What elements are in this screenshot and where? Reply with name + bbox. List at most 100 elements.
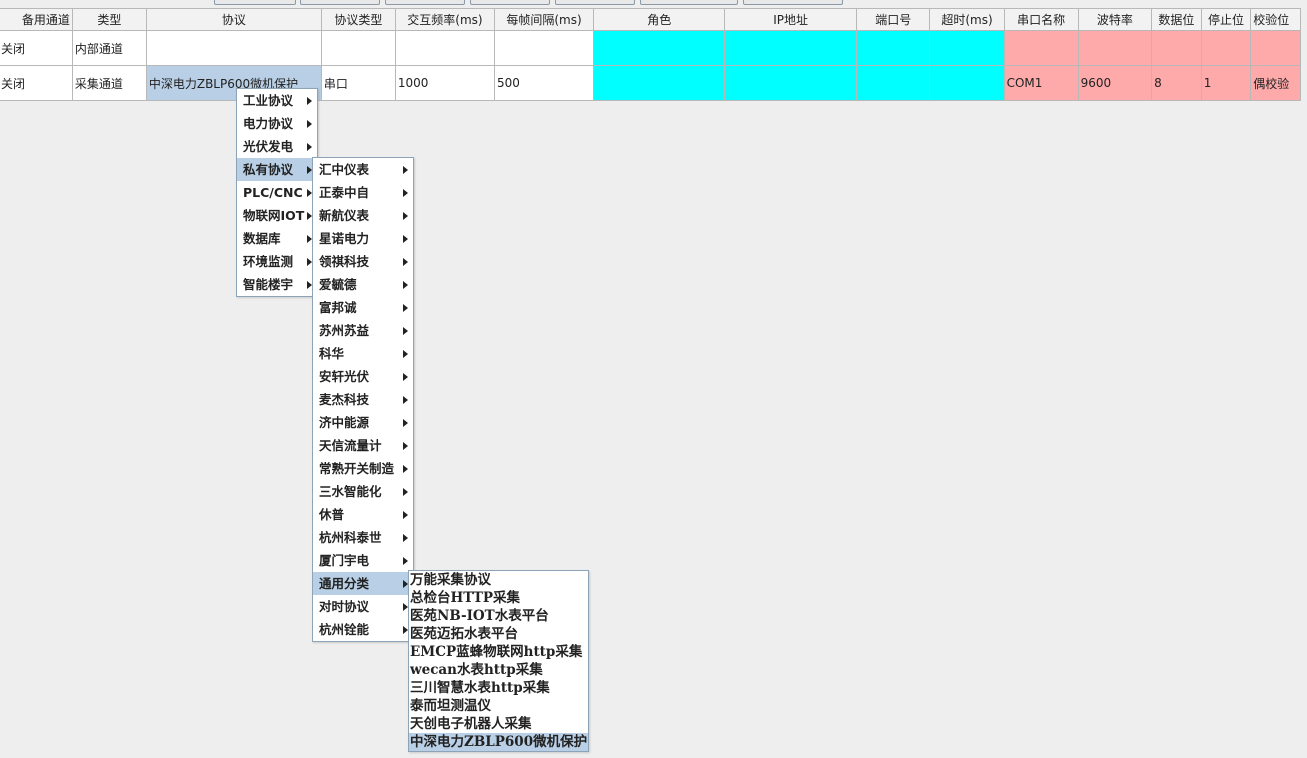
col-header-role[interactable]: 角色 [593,8,726,31]
menu-item-label: 科华 [319,346,345,361]
menu-item[interactable]: 苏州苏益 [313,319,413,342]
toolbar-button[interactable] [640,0,738,5]
menu-item[interactable]: 医苑NB-IOT水表平台 [409,607,588,625]
menu-item[interactable]: 光伏发电 [237,135,317,158]
table-cell[interactable] [724,65,857,101]
menu-item[interactable]: 星诺电力 [313,227,413,250]
menu-item[interactable]: 数据库 [237,227,317,250]
table-cell[interactable] [593,30,726,66]
table-row[interactable]: 关闭 采集通道 中深电力ZBLP600微机保护 串口 1000 500 COM1… [0,65,1301,101]
col-header-frame-interval[interactable]: 每帧间隔(ms) [493,8,595,31]
menu-item[interactable]: 电力协议 [237,112,317,135]
table-cell[interactable]: 1000 [394,65,495,101]
menu-item[interactable]: 医苑迈拓水表平台 [409,625,588,643]
table-cell[interactable]: 偶校验 [1250,65,1301,101]
table-cell[interactable] [493,30,595,66]
table-cell[interactable]: 关闭 [0,30,73,66]
menu-item[interactable]: 智能楼宇 [237,273,317,296]
menu-item[interactable]: 通用分类 [313,572,413,595]
menu-item[interactable]: 汇中仪表 [313,158,413,181]
menu-item[interactable]: 正泰中自 [313,181,413,204]
menu-item[interactable]: 济中能源 [313,411,413,434]
table-cell[interactable] [145,30,322,66]
table-cell[interactable] [929,30,1005,66]
menu-item[interactable]: 领祺科技 [313,250,413,273]
toolbar-button[interactable] [385,0,465,5]
table-cell[interactable]: 1 [1200,65,1252,101]
menu-item-label: 三水智能化 [319,484,382,499]
menu-item[interactable]: 三水智能化 [313,480,413,503]
table-cell[interactable] [1003,30,1079,66]
table-cell[interactable]: 500 [493,65,595,101]
col-header-type[interactable]: 类型 [71,8,147,31]
table-cell[interactable] [1151,30,1202,66]
menu-item[interactable]: wecan水表http采集 [409,661,588,679]
table-cell[interactable] [855,65,931,101]
table-cell[interactable]: 串口 [320,65,396,101]
table-cell[interactable] [1250,30,1301,66]
col-header-port[interactable]: 端口号 [855,8,931,31]
table-cell[interactable]: 8 [1151,65,1202,101]
col-header-interaction-freq[interactable]: 交互频率(ms) [394,8,495,31]
table-cell[interactable] [855,30,931,66]
table-cell[interactable] [929,65,1005,101]
menu-item[interactable]: 三川智慧水表http采集 [409,679,588,697]
menu-item[interactable]: 对时协议 [313,595,413,618]
table-cell[interactable] [1077,30,1153,66]
menu-item-label: PLC/CNC [243,185,303,200]
menu-item[interactable]: 泰而坦测温仪 [409,697,588,715]
table-cell[interactable]: 内部通道 [71,30,147,66]
col-header-protocol-type[interactable]: 协议类型 [320,8,396,31]
menu-item[interactable]: 杭州科泰世 [313,526,413,549]
menu-item[interactable]: 科华 [313,342,413,365]
toolbar-button[interactable] [743,0,843,5]
menu-item[interactable]: EMCP蓝蜂物联网http采集 [409,643,588,661]
col-header-stop-bits[interactable]: 停止位 [1200,8,1252,31]
table-row[interactable]: 关闭 内部通道 [0,30,1301,66]
toolbar-button[interactable] [214,0,296,5]
col-header-backup-channel[interactable]: 备用通道 [0,8,73,31]
table-cell[interactable]: 采集通道 [71,65,147,101]
table-cell[interactable] [320,30,396,66]
table-cell[interactable]: 关闭 [0,65,73,101]
table-cell[interactable] [1200,30,1252,66]
col-header-protocol[interactable]: 协议 [145,8,322,31]
col-header-data-bits[interactable]: 数据位 [1151,8,1202,31]
col-header-ip-address[interactable]: IP地址 [724,8,857,31]
menu-item-label: 星诺电力 [319,231,370,246]
menu-item[interactable]: 中深电力ZBLP600微机保护 [409,733,588,751]
menu-item[interactable]: 总检台HTTP采集 [409,589,588,607]
menu-item[interactable]: 安轩光伏 [313,365,413,388]
table-cell[interactable]: 9600 [1077,65,1153,101]
menu-item[interactable]: 万能采集协议 [409,571,588,589]
menu-item[interactable]: 休普 [313,503,413,526]
submenu-arrow-icon [403,557,408,565]
menu-item[interactable]: 天创电子机器人采集 [409,715,588,733]
menu-item[interactable]: 环境监测 [237,250,317,273]
menu-item[interactable]: 新航仪表 [313,204,413,227]
menu-item[interactable]: 常熟开关制造 [313,457,413,480]
toolbar-button[interactable] [300,0,380,5]
col-header-baud-rate[interactable]: 波特率 [1077,8,1153,31]
table-cell[interactable] [593,65,726,101]
table-cell[interactable]: COM1 [1003,65,1079,101]
menu-item[interactable]: 杭州铨能 [313,618,413,641]
menu-item[interactable]: 富邦诚 [313,296,413,319]
menu-item[interactable]: 厦门宇电 [313,549,413,572]
menu-item[interactable]: PLC/CNC [237,181,317,204]
col-header-parity[interactable]: 校验位 [1250,8,1301,31]
table-cell[interactable] [394,30,495,66]
toolbar-button[interactable] [555,0,635,5]
col-header-timeout[interactable]: 超时(ms) [929,8,1005,31]
menu-item[interactable]: 天信流量计 [313,434,413,457]
menu-item[interactable]: 物联网IOT [237,204,317,227]
menu-item[interactable]: 工业协议 [237,89,317,112]
col-header-serial-name[interactable]: 串口名称 [1003,8,1079,31]
menu-item-label: 汇中仪表 [319,162,370,177]
menu-item[interactable]: 麦杰科技 [313,388,413,411]
menu-item[interactable]: 私有协议 [237,158,317,181]
table-cell[interactable] [724,30,857,66]
toolbar-button[interactable] [470,0,550,5]
menu-item[interactable]: 爱毓德 [313,273,413,296]
menu-item-label: 总检台HTTP采集 [410,590,521,606]
